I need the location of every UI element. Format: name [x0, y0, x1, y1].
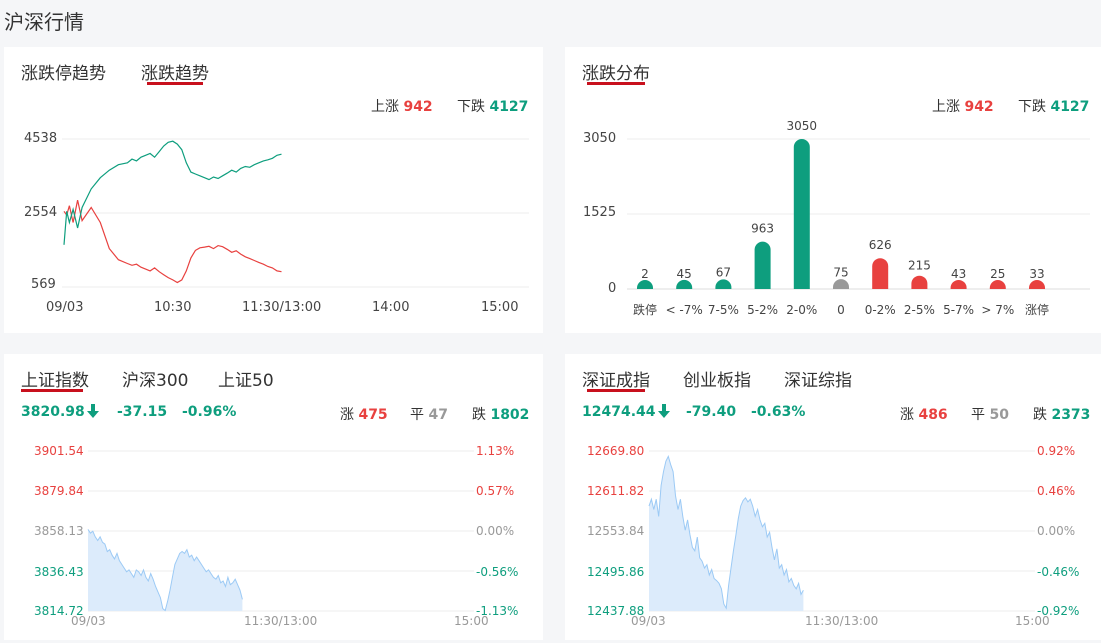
bar-value-label: 33 [1029, 267, 1044, 281]
x-tick: 11:30/13:00 [244, 614, 318, 628]
category-label: 2-5% [904, 303, 935, 317]
pct-tick: 0.57% [476, 484, 515, 498]
sh-index-card: 上证指数 沪深300 上证50 3820.98 -37.15 -0.96% 涨 … [4, 354, 543, 640]
category-label: 跌停 [633, 302, 657, 317]
bar-value-label: 43 [951, 267, 966, 281]
pct-tick: 0.00% [1037, 524, 1076, 538]
x-tick: 15:00 [454, 614, 489, 628]
bar [989, 280, 1006, 289]
category-label: < -7% [666, 303, 703, 317]
trend-card: 涨跌停趋势 涨跌趋势 上涨 942 下跌 4127 4538 2554 569 … [4, 47, 543, 333]
bar-value-label: 67 [716, 266, 731, 280]
trend-chart [62, 138, 529, 288]
bar [833, 279, 849, 289]
price-area [649, 456, 804, 611]
down-series-line [63, 140, 282, 245]
bar [911, 275, 928, 289]
pct-tick: 0.46% [1037, 484, 1076, 498]
price-tick: 3901.54 [34, 444, 84, 458]
distribution-chart: 2 跌停 45 < -7% 67 7-5% 963 5-2% 3050 2-0% 75 0 626 0-2… [627, 119, 1090, 317]
category-label: 2-0% [786, 303, 817, 317]
pct-tick: 0.00% [476, 524, 515, 538]
pct-tick: 1.13% [476, 444, 515, 458]
bar-value-label: 215 [908, 258, 931, 272]
bar [676, 279, 693, 289]
pct-tick: -0.46% [1037, 565, 1080, 579]
bar-value-label: 3050 [787, 119, 818, 133]
x-tick: 15:00 [1015, 614, 1050, 628]
bar [793, 139, 810, 289]
up-series-line [63, 199, 282, 284]
category-label: 0-2% [865, 303, 896, 317]
pct-tick: 0.92% [1037, 444, 1076, 458]
bar [715, 279, 732, 289]
category-label: 5-2% [747, 303, 778, 317]
category-label: 0 [837, 303, 845, 317]
sz-index-card: 深证成指 创业板指 深证综指 12474.44 -79.40 -0.63% 涨 … [565, 354, 1101, 640]
page-title: 沪深行情 [4, 10, 84, 34]
category-label: 涨停 [1025, 302, 1049, 317]
bar-value-label: 626 [869, 238, 892, 252]
category-label: 7-5% [708, 303, 739, 317]
bar [950, 279, 967, 289]
category-label: 5-7% [943, 303, 974, 317]
price-tick: 3836.43 [34, 565, 84, 579]
bar-value-label: 2 [641, 267, 649, 281]
bar [754, 241, 771, 289]
pct-tick: -0.56% [476, 565, 519, 579]
bar [637, 280, 653, 289]
sz-intraday-chart [648, 450, 1035, 612]
x-tick: 09/03 [631, 614, 666, 628]
bar-value-label: 25 [990, 267, 1005, 281]
bar [872, 258, 889, 289]
bar-value-label: 75 [833, 265, 848, 279]
x-tick: 09/03 [71, 614, 106, 628]
price-tick: 12553.84 [587, 524, 645, 538]
bar-value-label: 45 [677, 267, 692, 281]
sh-intraday-chart [87, 450, 474, 612]
price-tick: 12495.86 [587, 565, 645, 579]
bar [1029, 280, 1045, 289]
price-tick: 3858.13 [34, 524, 84, 538]
x-tick: 11:30/13:00 [805, 614, 879, 628]
distribution-card: 涨跌分布 上涨 942 下跌 4127 3050 1525 0 2 跌停 45 < -… [565, 47, 1101, 333]
price-tick: 3879.84 [34, 484, 84, 498]
price-area [88, 529, 243, 611]
price-tick: 12611.82 [587, 484, 645, 498]
bar-value-label: 963 [751, 222, 774, 236]
category-label: > 7% [981, 303, 1014, 317]
price-tick: 12669.80 [587, 444, 645, 458]
